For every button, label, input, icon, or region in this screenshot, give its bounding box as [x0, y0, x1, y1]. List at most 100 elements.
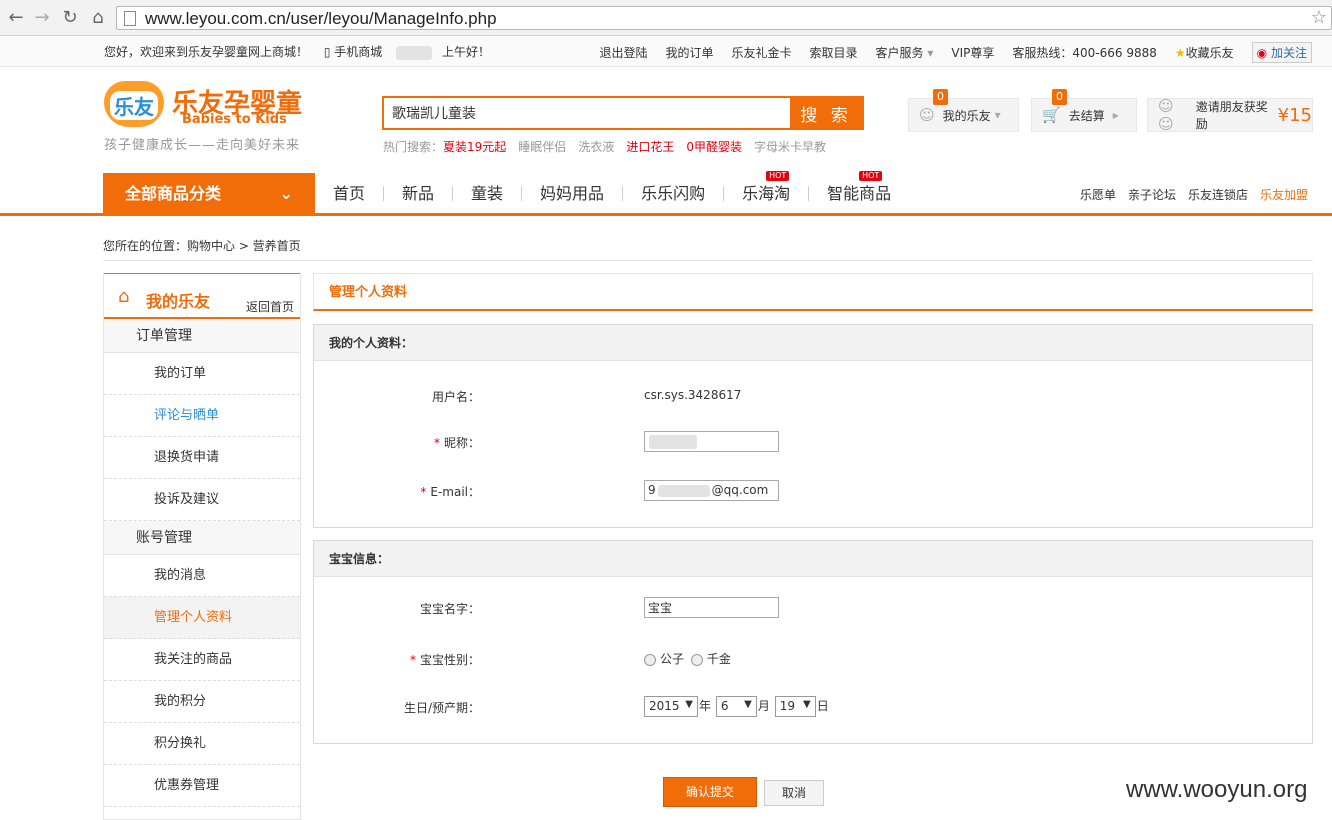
chevron-down-icon: ⌄: [279, 184, 293, 203]
invite-label: 邀请朋友获奖励: [1195, 100, 1268, 131]
email-row: * E-mail： 9 @qq.com: [314, 480, 1312, 504]
back-icon[interactable]: ←: [4, 6, 28, 30]
section-order-management: 订单管理: [104, 319, 300, 353]
hot-term[interactable]: 洗衣液: [578, 138, 614, 155]
sidebar-item-followed[interactable]: 我关注的商品: [104, 639, 300, 681]
cart-icon: 🛒: [1042, 106, 1061, 124]
sidebar-item-complaints[interactable]: 投诉及建议: [104, 479, 300, 521]
baby-name-field[interactable]: [644, 597, 779, 618]
nickname-row: * 昵称：: [314, 431, 1312, 455]
baby-name-input[interactable]: [644, 597, 779, 618]
baby-name-row: 宝宝名字：: [314, 597, 1312, 621]
vip-link[interactable]: VIP尊享: [951, 44, 994, 61]
redacted-username: [396, 45, 433, 60]
cart-label: 去结算: [1068, 108, 1105, 123]
browser-toolbar: ← → ↻ ⌂ www.leyou.com.cn/user/leyou/Mana…: [0, 0, 1332, 36]
site-header: 乐友 乐友孕婴童 Babies to Kids 孩子健康成长——走向美好未来 搜…: [0, 68, 1332, 173]
hot-term[interactable]: 字母米卡早教: [754, 138, 826, 155]
sidebar-item-coupons[interactable]: 优惠券管理: [104, 765, 300, 807]
sidebar-item-my-orders[interactable]: 我的订单: [104, 353, 300, 395]
page-title: 管理个人资料: [313, 273, 1313, 311]
gender-radio-girl[interactable]: [690, 653, 703, 666]
baby-gender-row: * 宝宝性别： 公子 千金: [314, 648, 1312, 672]
my-orders-link[interactable]: 我的订单: [665, 44, 713, 61]
username-label: 用户名：: [431, 390, 480, 404]
stores-link[interactable]: 乐友连锁店: [1188, 186, 1248, 203]
year-select[interactable]: 2015 ▼: [644, 696, 698, 717]
search-button[interactable]: 搜 索: [790, 98, 862, 128]
forum-link[interactable]: 亲子论坛: [1128, 186, 1176, 203]
address-bar[interactable]: www.leyou.com.cn/user/leyou/ManageInfo.p…: [116, 6, 1332, 30]
hot-badge: HOT: [766, 171, 790, 181]
sidebar-item-reviews[interactable]: 评论与晒单: [104, 395, 300, 437]
catalog-link[interactable]: 索取目录: [810, 44, 858, 61]
hot-term[interactable]: 0甲醛婴装: [686, 138, 742, 155]
sidebar-item-returns[interactable]: 退换货申请: [104, 437, 300, 479]
url-text[interactable]: www.leyou.com.cn/user/leyou/ManageInfo.p…: [145, 9, 497, 29]
gender-radio-boy[interactable]: [644, 653, 656, 666]
sidebar-item-points[interactable]: 我的积分: [104, 681, 300, 723]
caret-down-icon: ▾: [994, 108, 1001, 122]
gift-card-link[interactable]: 乐友礼金卡: [731, 44, 791, 61]
greeting-text: 上午好！: [441, 45, 490, 59]
breadcrumb: 您所在的位置：购物中心 > 营养首页: [103, 237, 1313, 261]
sidebar: ⌂ 我的乐友 返回首页 订单管理 我的订单 评论与晒单 退换货申请 投诉及建议 …: [103, 273, 301, 820]
sidebar-item-profile[interactable]: 管理个人资料: [104, 597, 300, 639]
cart-button[interactable]: 0 🛒 去结算 ▸: [1031, 89, 1137, 132]
my-leyou-button[interactable]: 0 ☺ 我的乐友 ▾: [908, 89, 1019, 132]
sidebar-item-messages[interactable]: 我的消息: [104, 555, 300, 597]
submit-button[interactable]: 确认提交: [663, 777, 757, 807]
page-icon: [124, 11, 136, 26]
customer-service-link[interactable]: 客户服务 ▾: [876, 44, 934, 61]
nav-smart[interactable]: 智能商品 HOT: [809, 171, 909, 202]
mobile-shop-link[interactable]: 手机商城: [334, 45, 382, 59]
nav-home[interactable]: 首页: [315, 186, 385, 202]
my-leyou-label: 我的乐友: [942, 108, 991, 123]
friends-icon: ☺☺: [1158, 97, 1174, 133]
favorite-link[interactable]: ★收藏乐友: [1175, 44, 1234, 61]
top-links: 退出登陆 我的订单 乐友礼金卡 索取目录 客户服务 ▾ VIP尊享 客服热线：4…: [599, 42, 1312, 63]
nav-flash-sale[interactable]: 乐乐闪购: [623, 186, 725, 202]
nav-kids-wear[interactable]: 童装: [453, 186, 523, 202]
year-unit: 年: [699, 699, 712, 713]
nav-mom[interactable]: 妈妈用品: [522, 186, 624, 202]
nickname-field[interactable]: [644, 431, 779, 455]
home-icon: ⌂: [118, 286, 130, 307]
weibo-follow-button[interactable]: ◉ 加关注: [1251, 42, 1312, 63]
hot-term[interactable]: 睡眠伴侣: [518, 138, 566, 155]
forward-icon[interactable]: →: [30, 6, 54, 30]
star-icon: ★: [1174, 46, 1186, 60]
logout-link[interactable]: 退出登陆: [599, 44, 647, 61]
nav-haitao[interactable]: 乐海淘 HOT: [724, 171, 810, 202]
home-icon[interactable]: ⌂: [86, 6, 110, 30]
month-select[interactable]: 6 ▼: [715, 696, 757, 717]
profile-heading: 我的个人资料：: [314, 325, 1312, 361]
all-categories-button[interactable]: 全部商品分类 ⌄: [103, 173, 315, 214]
hot-term[interactable]: 夏装19元起: [443, 138, 506, 155]
cart-count: 0: [1052, 89, 1067, 105]
nav-new[interactable]: 新品: [384, 186, 454, 202]
hot-term[interactable]: 进口花王: [626, 138, 674, 155]
baby-name-label: 宝宝名字：: [419, 602, 480, 616]
email-field[interactable]: 9 @qq.com: [644, 480, 779, 501]
baby-gender-label: * 宝宝性别：: [409, 653, 480, 667]
invite-amount: ¥15: [1277, 104, 1312, 126]
back-home-link[interactable]: 返回首页: [246, 298, 294, 315]
bookmark-star-icon[interactable]: ☆: [1311, 7, 1327, 28]
invite-button[interactable]: ☺☺ 邀请朋友获奖励 ¥15: [1147, 97, 1313, 133]
wishlist-link[interactable]: 乐愿单: [1080, 186, 1116, 203]
sidebar-item-redeem[interactable]: 积分换礼: [104, 723, 300, 765]
franchise-link[interactable]: 乐友加盟: [1260, 186, 1308, 203]
gender-boy-label: 公子: [660, 652, 685, 666]
sidebar-title: 我的乐友: [146, 292, 211, 311]
reload-icon[interactable]: ↻: [58, 6, 82, 30]
welcome-area: 您好，欢迎来到乐友孕婴童网上商城！ ▯ 手机商城 上午好！: [104, 43, 490, 60]
cancel-button[interactable]: 取消: [764, 780, 824, 806]
day-select[interactable]: 19 ▼: [774, 696, 816, 717]
hot-searches: 热门搜索： 夏装19元起 睡眠伴侣 洗衣液 进口花王 0甲醛婴装 字母米卡早教: [383, 138, 826, 155]
logo-icon[interactable]: 乐友: [104, 81, 164, 127]
month-unit: 月: [757, 699, 770, 713]
search-input[interactable]: [384, 98, 790, 128]
gender-options: 公子 千金: [644, 650, 731, 667]
hot-badge: HOT: [859, 171, 883, 181]
